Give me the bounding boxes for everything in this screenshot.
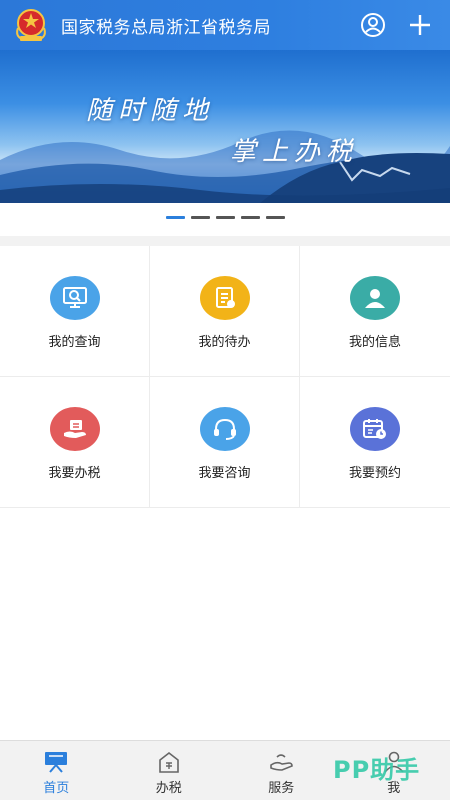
app-header: 国家税务总局浙江省税务局	[0, 0, 450, 50]
user-button[interactable]	[358, 10, 388, 40]
menu-item-appointment[interactable]: 我要预约	[300, 377, 450, 508]
great-wall-mountains-image	[0, 130, 450, 203]
banner-slogan-line1: 随时随地	[86, 96, 215, 126]
tax-emblem-icon	[12, 6, 50, 44]
pager-dot[interactable]	[241, 216, 260, 219]
tab-tax[interactable]: 办税	[113, 741, 226, 800]
tab-label: 首页	[43, 781, 70, 796]
section-divider	[0, 236, 450, 246]
tab-service[interactable]: 服务	[225, 741, 338, 800]
todo-list-icon	[200, 276, 250, 320]
home-screen-icon	[45, 752, 67, 773]
service-grid: 我的查询 我的待办 我的信息 我要办税 我要咨询 我要预约	[0, 246, 450, 510]
search-monitor-icon	[50, 276, 100, 320]
menu-item-label: 我要办税	[48, 466, 101, 481]
menu-item-consult[interactable]: 我要咨询	[150, 377, 300, 508]
banner-pager	[166, 216, 285, 219]
add-button[interactable]	[405, 10, 435, 40]
tax-house-icon	[158, 751, 179, 773]
pager-dot[interactable]	[266, 216, 285, 219]
user-icon	[361, 13, 385, 37]
menu-item-label: 我的信息	[348, 335, 401, 350]
menu-item-do-tax[interactable]: 我要办税	[0, 377, 150, 508]
calendar-clock-icon	[350, 407, 400, 451]
tax-hand-icon	[50, 407, 100, 451]
menu-item-label: 我要咨询	[198, 466, 251, 481]
menu-item-label: 我的查询	[48, 335, 101, 350]
menu-item-my-info[interactable]: 我的信息	[300, 246, 450, 377]
plus-icon	[410, 15, 430, 35]
tab-label: 服务	[268, 781, 295, 796]
service-hand-icon	[270, 754, 293, 771]
banner-slogan-line2: 掌上办税	[230, 137, 359, 167]
pager-dot[interactable]	[216, 216, 235, 219]
pager-dot[interactable]	[191, 216, 210, 219]
person-icon	[350, 276, 400, 320]
menu-item-my-query[interactable]: 我的查询	[0, 246, 150, 377]
tab-label: 办税	[155, 781, 182, 796]
pp-assistant-watermark: PP助手	[333, 756, 421, 784]
menu-item-label: 我的待办	[198, 335, 251, 350]
menu-item-label: 我要预约	[348, 466, 401, 481]
tab-home[interactable]: 首页	[0, 741, 113, 800]
pager-dot-active[interactable]	[166, 216, 185, 219]
menu-item-my-todo[interactable]: 我的待办	[150, 246, 300, 377]
promo-banner[interactable]: 随时随地 掌上办税	[0, 50, 450, 203]
page-title: 国家税务总局浙江省税务局	[61, 18, 271, 38]
headset-icon	[200, 407, 250, 451]
